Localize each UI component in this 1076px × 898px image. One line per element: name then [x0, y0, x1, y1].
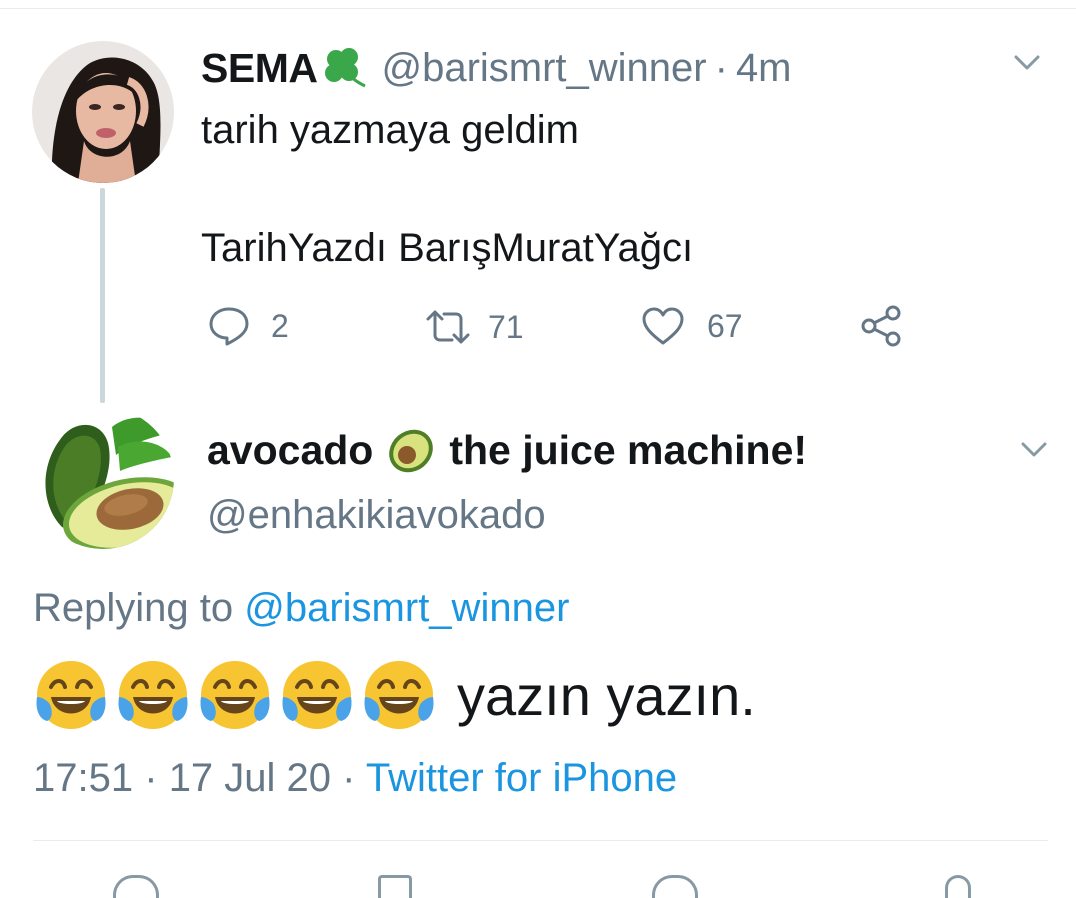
sema-avatar[interactable] — [32, 41, 174, 183]
reply-icon — [209, 307, 249, 346]
face-with-tears-of-joy-icon — [200, 661, 270, 729]
face-with-tears-of-joy-icon — [282, 661, 352, 729]
tweet2-meta-sep2: · — [342, 756, 356, 800]
tweet2-time: 17:51 — [33, 756, 134, 800]
like-count: 67 — [707, 307, 743, 344]
retweet-icon — [426, 310, 470, 344]
tweet2-date: 17 Jul 20 — [168, 756, 332, 800]
thread-connector — [100, 188, 105, 403]
retweet-count: 71 — [488, 308, 524, 345]
like-button[interactable]: 67 — [641, 306, 743, 346]
bottom-retweet-icon[interactable] — [378, 875, 412, 898]
tweet1-header: SEMA @barismrt_winner · 4m — [201, 42, 792, 94]
tweet2-body: yazın yazın. — [33, 655, 756, 735]
replying-to: Replying to @barismrt_winner — [33, 586, 569, 631]
tweet1-text-line2: TarihYazdı BarışMuratYağcı — [201, 226, 694, 270]
share-button[interactable] — [859, 304, 903, 348]
avocado-icon — [389, 429, 434, 473]
face-with-tears-of-joy-icon — [364, 661, 434, 729]
share-icon — [861, 305, 901, 347]
tweet1-text-line1: tarih yazmaya geldim — [201, 108, 579, 152]
tweet2-source[interactable]: Twitter for iPhone — [366, 756, 677, 800]
bottom-divider — [33, 840, 1048, 841]
tweet2-display-name[interactable]: avocado the juice machine! — [207, 424, 807, 476]
tweet1-separator: · — [714, 45, 728, 90]
face-with-tears-of-joy-icon — [36, 661, 106, 729]
bottom-share-icon[interactable] — [945, 875, 971, 898]
tweet2-text: yazın yazın. — [457, 663, 756, 727]
face-with-tears-of-joy-icon — [118, 661, 188, 729]
tweet2-name-part1: avocado — [207, 426, 374, 473]
tweet1-display-name[interactable]: SEMA — [201, 45, 318, 92]
tweet1-timestamp[interactable]: 4m — [736, 46, 792, 91]
reply-count: 2 — [271, 307, 289, 344]
tweet2-chevron-down-icon[interactable] — [1020, 440, 1048, 460]
tweet2-meta: 17:51 · 17 Jul 20 · Twitter for iPhone — [33, 756, 677, 801]
emoji-row — [33, 657, 443, 733]
four-leaf-clover-icon — [325, 48, 367, 88]
replying-to-label: Replying to — [33, 586, 234, 630]
tweet1-chevron-down-icon[interactable] — [1013, 53, 1041, 73]
tweet1-handle[interactable]: @barismrt_winner — [381, 46, 706, 91]
reply-button[interactable]: 2 — [207, 305, 289, 347]
retweet-button[interactable]: 71 — [424, 307, 524, 347]
avocado-avatar[interactable] — [32, 407, 174, 549]
top-divider — [0, 8, 1076, 9]
tweet2-handle[interactable]: @enhakikiavokado — [207, 493, 546, 538]
tweet2-meta-sep1: · — [144, 756, 158, 800]
replying-to-mention[interactable]: @barismrt_winner — [244, 586, 569, 630]
bottom-reply-icon[interactable] — [113, 875, 159, 898]
tweet2-name-part2: the juice machine! — [449, 426, 808, 473]
bottom-heart-icon[interactable] — [652, 875, 698, 898]
heart-icon — [642, 307, 684, 345]
